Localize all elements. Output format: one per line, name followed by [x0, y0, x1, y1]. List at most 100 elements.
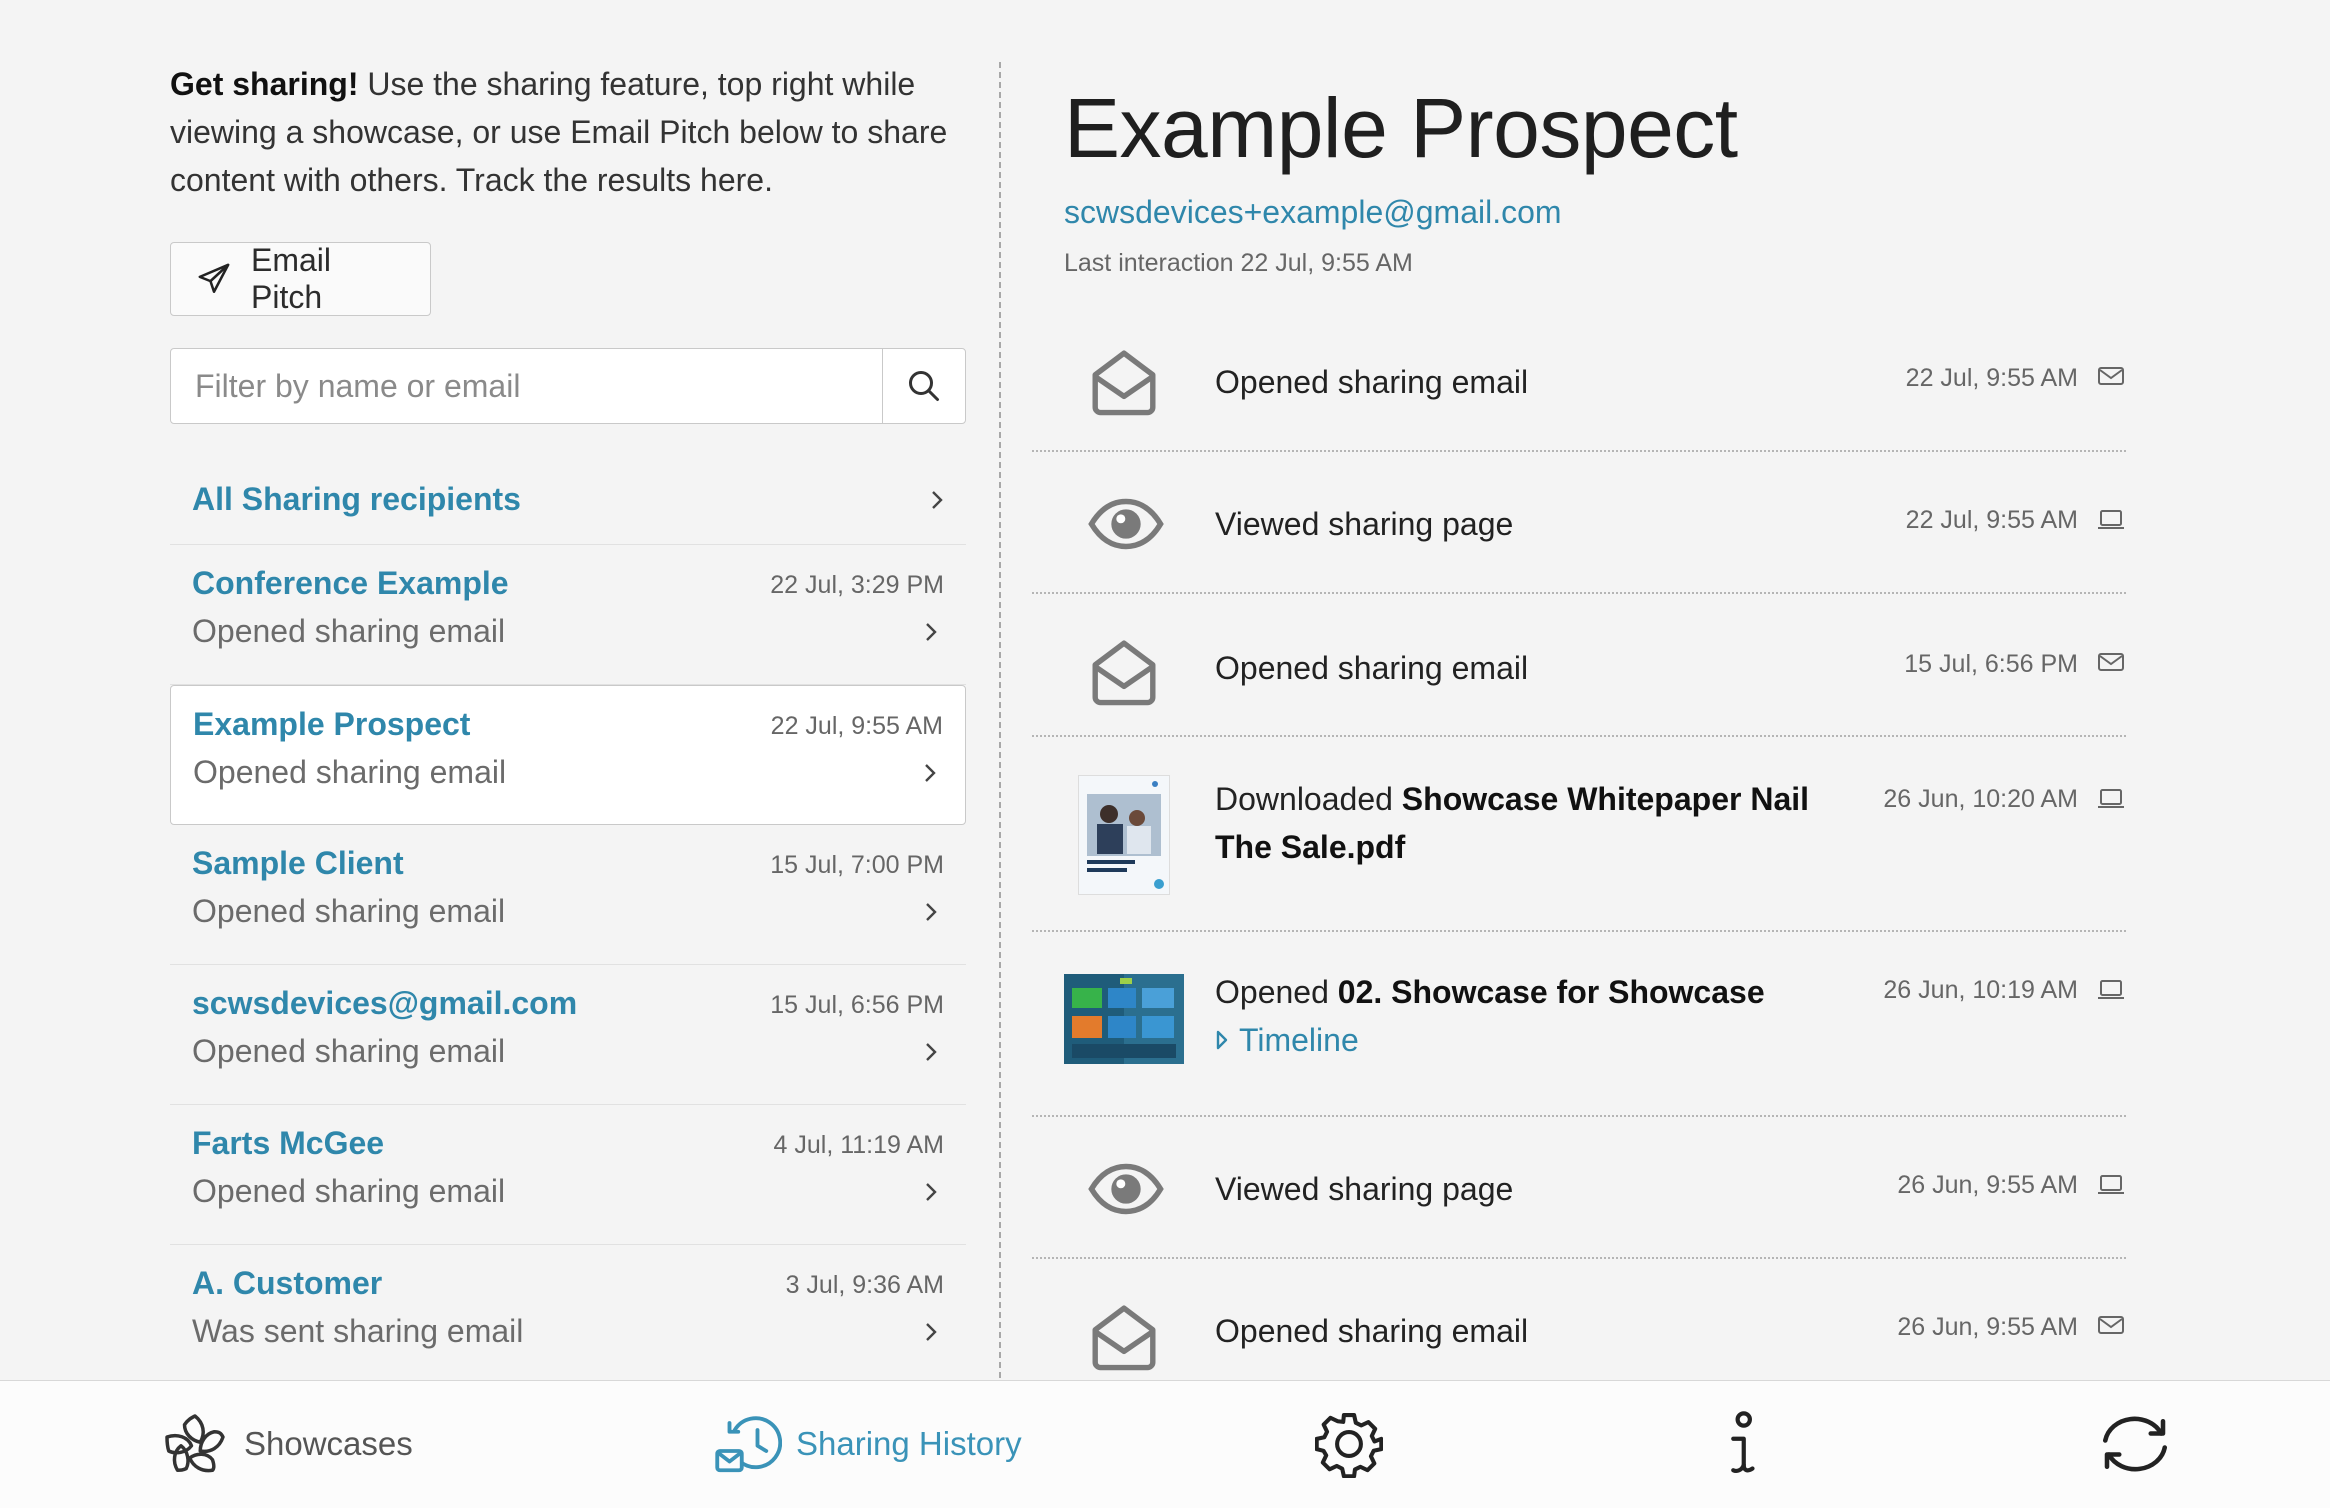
recipient-time: 4 Jul, 11:19 AM [773, 1131, 944, 1159]
activity-timeline: Opened sharing email 22 Jul, 9:55 AM Vie… [1032, 316, 2126, 1389]
search-icon [909, 371, 939, 401]
chevron-right-icon [926, 623, 937, 641]
event-text: Opened 02. Showcase for Showcase [1215, 968, 1765, 1016]
laptop-icon [2098, 789, 2124, 808]
event-text: Viewed sharing page [1215, 1171, 1514, 1207]
chevron-right-icon [932, 490, 943, 509]
showcase-cover-image [1064, 974, 1184, 1064]
prospect-header: Example Prospect scwsdevices+example@gma… [1064, 80, 2132, 278]
pdf-cover-image [1079, 776, 1169, 894]
timeline-link-label: Timeline [1239, 1022, 1359, 1058]
intro-bold: Get sharing! [170, 66, 359, 102]
eye-icon [1088, 1163, 1164, 1215]
recipient-row-selected[interactable]: Example Prospect 22 Jul, 9:55 AM Opened … [170, 685, 966, 825]
recipient-activity: Opened sharing email [192, 613, 506, 649]
recipient-activity: Was sent sharing email [192, 1313, 524, 1349]
chevron-right-icon [926, 1043, 937, 1061]
prospect-title: Example Prospect [1064, 81, 1738, 175]
search-button[interactable] [882, 349, 965, 423]
recipient-activity: Opened sharing email [192, 1033, 506, 1069]
event-text: Opened sharing email [1215, 364, 1529, 400]
timeline-item: Opened sharing email 26 Jun, 9:55 AM [1032, 1259, 2126, 1389]
timeline-item: Viewed sharing page 22 Jul, 9:55 AM [1032, 452, 2126, 594]
timeline-item: Opened 02. Showcase for Showcase Timelin… [1032, 932, 2126, 1117]
chevron-right-icon [926, 903, 937, 921]
recipient-row[interactable]: scwsdevices@gmail.com 15 Jul, 6:56 PM Op… [170, 965, 966, 1105]
event-time: 26 Jun, 9:55 AM [1897, 1171, 2078, 1199]
event-time: 26 Jun, 10:19 AM [1883, 976, 2078, 1004]
mail-icon [2098, 653, 2124, 671]
panel-divider [999, 62, 1001, 1378]
tab-settings[interactable] [1315, 1381, 1383, 1507]
event-time: 26 Jun, 10:20 AM [1883, 785, 2078, 813]
event-prefix: Downloaded [1215, 781, 1402, 817]
event-time: 15 Jul, 6:56 PM [1904, 650, 2078, 678]
chevron-right-icon [925, 764, 936, 782]
bottom-nav: Showcases Sharing History [0, 1380, 2330, 1508]
left-panel: Get sharing! Use the sharing feature, to… [170, 60, 966, 424]
all-recipients-row[interactable]: All Sharing recipients [170, 455, 966, 545]
paper-plane-icon [198, 263, 230, 294]
intro-text: Get sharing! Use the sharing feature, to… [170, 60, 960, 204]
open-envelope-icon [1092, 350, 1156, 416]
showcase-thumbnail[interactable] [1064, 974, 1184, 1064]
event-time: 26 Jun, 9:55 AM [1897, 1313, 2078, 1341]
chevron-right-icon [926, 1323, 937, 1341]
event-time: 22 Jul, 9:55 AM [1905, 506, 2078, 534]
tab-sharing-history[interactable]: Sharing History [712, 1381, 1022, 1507]
recipient-time: 22 Jul, 3:29 PM [770, 571, 944, 599]
laptop-icon [2098, 510, 2124, 529]
filter-box [170, 348, 966, 424]
tab-showcases[interactable]: Showcases [160, 1381, 413, 1507]
recipient-time: 3 Jul, 9:36 AM [785, 1271, 944, 1299]
showcases-icon [165, 1414, 225, 1473]
gear-icon [1315, 1413, 1383, 1478]
timeline-item: Downloaded Showcase Whitepaper Nail The … [1032, 737, 2126, 932]
open-envelope-icon [1092, 1305, 1156, 1371]
event-showcase-name[interactable]: 02. Showcase for Showcase [1338, 974, 1765, 1010]
laptop-icon [2098, 1175, 2124, 1194]
last-interaction: Last interaction 22 Jul, 9:55 AM [1064, 249, 1413, 277]
open-envelope-icon [1092, 640, 1156, 706]
timeline-item: Opened sharing email 15 Jul, 6:56 PM [1032, 594, 2126, 737]
recipient-time: 22 Jul, 9:55 AM [770, 712, 943, 740]
timeline-item: Opened sharing email 22 Jul, 9:55 AM [1032, 316, 2126, 452]
tab-sync[interactable] [2090, 1381, 2180, 1507]
tab-sharing-history-label: Sharing History [796, 1425, 1022, 1462]
tab-info[interactable] [1720, 1381, 1764, 1507]
recipient-row[interactable]: Conference Example 22 Jul, 3:29 PM Opene… [170, 545, 966, 685]
caret-right-icon [1216, 1030, 1228, 1050]
event-text: Opened sharing email [1215, 1313, 1529, 1349]
mail-icon [2098, 1316, 2124, 1334]
sharing-history-icon [715, 1416, 782, 1473]
laptop-icon [2098, 980, 2124, 999]
mail-icon [2098, 367, 2124, 385]
event-time: 22 Jul, 9:55 AM [1905, 364, 2078, 392]
recipient-row[interactable]: Farts McGee 4 Jul, 11:19 AM Opened shari… [170, 1105, 966, 1245]
recipient-activity: Opened sharing email [192, 893, 506, 929]
tab-showcases-label: Showcases [244, 1425, 413, 1462]
recipient-list: All Sharing recipients Conference Exampl… [170, 455, 966, 1385]
filter-input[interactable] [171, 349, 882, 423]
timeline-toggle[interactable]: Timeline [1215, 1016, 1359, 1064]
prospect-email-link[interactable]: scwsdevices+example@gmail.com [1064, 194, 2132, 231]
email-pitch-button[interactable]: Email Pitch [170, 242, 431, 316]
eye-icon [1088, 498, 1164, 550]
recipient-activity: Opened sharing email [193, 754, 507, 790]
timeline-item: Viewed sharing page 26 Jun, 9:55 AM [1032, 1117, 2126, 1259]
pdf-thumbnail[interactable] [1078, 775, 1170, 895]
recipient-row[interactable]: A. Customer 3 Jul, 9:36 AM Was sent shar… [170, 1245, 966, 1385]
sync-icon [2102, 1416, 2168, 1472]
event-text: Viewed sharing page [1215, 506, 1514, 542]
event-prefix: Opened [1215, 974, 1338, 1010]
recipient-time: 15 Jul, 7:00 PM [770, 851, 944, 879]
email-pitch-label: Email Pitch [251, 242, 332, 315]
info-icon [1731, 1411, 1755, 1473]
event-text: Opened sharing email [1215, 650, 1529, 686]
chevron-right-icon [926, 1183, 937, 1201]
recipient-row[interactable]: Sample Client 15 Jul, 7:00 PM Opened sha… [170, 825, 966, 965]
event-text: Downloaded Showcase Whitepaper Nail The … [1215, 775, 1815, 871]
recipient-time: 15 Jul, 6:56 PM [770, 991, 944, 1019]
all-recipients-label: All Sharing recipients [192, 481, 521, 517]
recipient-activity: Opened sharing email [192, 1173, 506, 1209]
